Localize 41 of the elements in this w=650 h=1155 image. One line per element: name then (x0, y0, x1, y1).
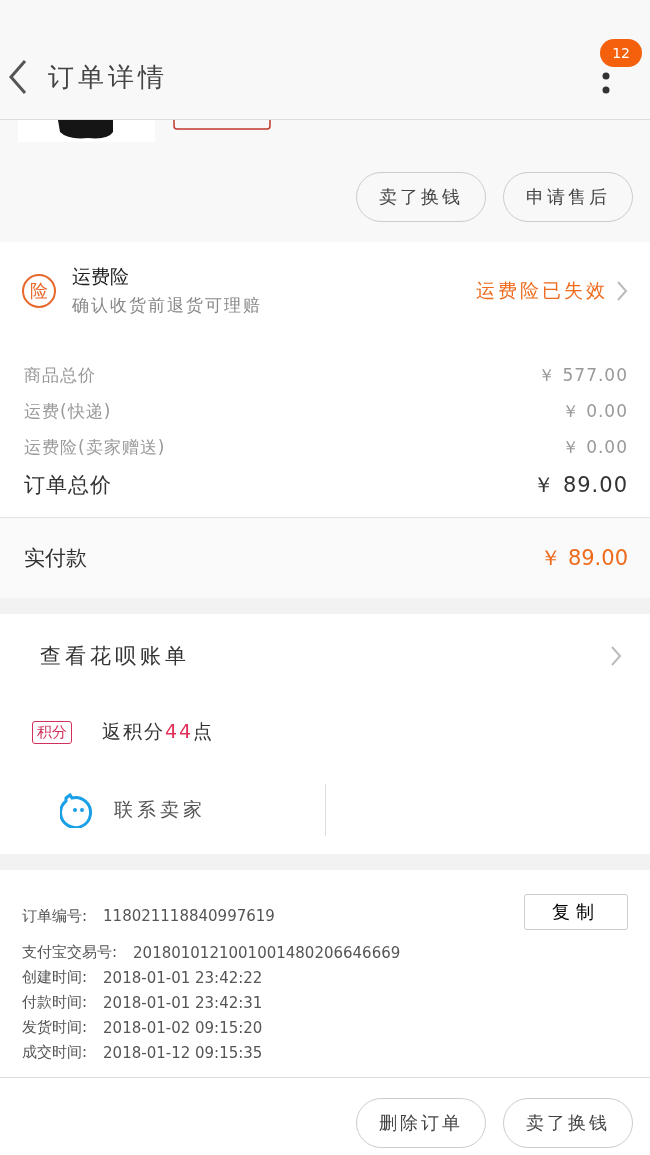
price-label: 运费(快递) (24, 399, 112, 423)
price-value: ￥ 577.00 (538, 363, 628, 387)
page-title: 订单详情 (48, 60, 168, 94)
info-value: 2018010121001001480206646669 (133, 943, 401, 962)
paid-value: ￥ 89.00 (540, 545, 628, 572)
back-icon[interactable] (8, 59, 28, 95)
insurance-subtitle: 确认收货前退货可理赔 (72, 294, 262, 317)
info-label: 发货时间: (22, 1018, 88, 1037)
info-value: 2018-01-01 23:42:22 (103, 968, 263, 987)
info-value: 118021118840997619 (103, 907, 275, 925)
info-value: 2018-01-02 09:15:20 (103, 1018, 263, 1037)
info-label: 支付宝交易号: (22, 943, 118, 962)
action-button[interactable]: 卖了换钱 (356, 172, 486, 222)
insurance-title: 运费险 (72, 264, 130, 289)
total-label: 订单总价 (24, 472, 112, 499)
paid-label: 实付款 (24, 545, 87, 572)
chevron-right-icon (616, 279, 628, 302)
info-value: 2018-01-01 23:42:31 (103, 993, 263, 1012)
action-button[interactable]: 申请售后 (503, 172, 633, 222)
insurance-icon: 险 (22, 273, 56, 308)
action-button[interactable]: 删除订单 (356, 1098, 486, 1148)
points-text: 返积分44点 (102, 719, 215, 744)
total-value: ￥ 89.00 (533, 472, 628, 499)
copy-button[interactable]: 复制 (524, 894, 628, 930)
price-label: 运费险(卖家赠送) (24, 435, 166, 459)
info-label: 创建时间: (22, 968, 88, 987)
points-tag: 积分 (32, 720, 72, 744)
chevron-right-icon (610, 645, 622, 667)
price-label: 商品总价 (24, 363, 96, 387)
info-label: 订单编号: (22, 906, 88, 926)
info-value: 2018-01-12 09:15:35 (103, 1043, 263, 1062)
notification-badge: 12 (600, 39, 642, 67)
info-label: 成交时间: (22, 1043, 88, 1062)
price-value: ￥ 0.00 (561, 435, 628, 459)
action-button[interactable]: 卖了换钱 (503, 1098, 633, 1148)
more-icon[interactable] (602, 70, 610, 96)
price-value: ￥ 0.00 (561, 399, 628, 423)
info-label: 付款时间: (22, 993, 88, 1012)
contact-seller-button[interactable]: 联系卖家 (0, 791, 295, 829)
huabei-bill-row[interactable]: 查看花呗账单 (0, 614, 650, 698)
tag-outline-icon (173, 120, 271, 130)
